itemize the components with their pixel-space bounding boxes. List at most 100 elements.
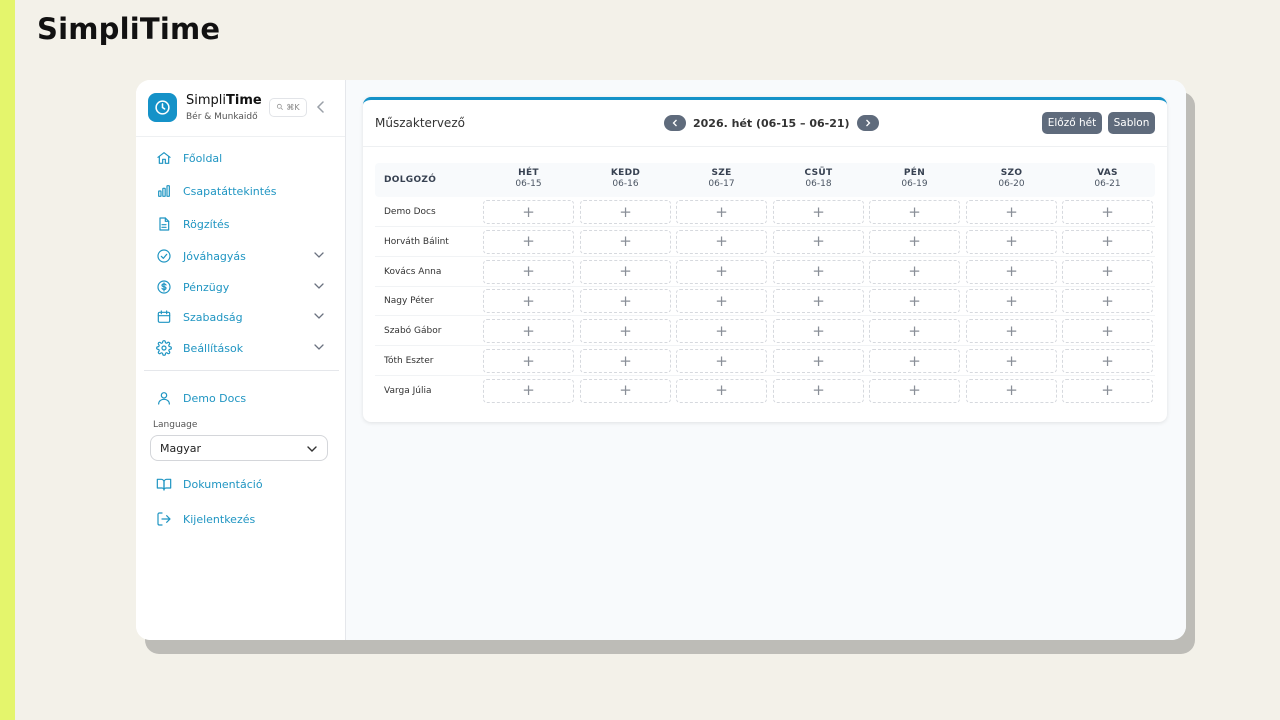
day-header-csüt: CSÜT 06-18: [773, 168, 864, 189]
sidebar-item-penzugy[interactable]: Pénzügy: [156, 276, 326, 298]
calendar-icon: [156, 309, 172, 325]
sidebar-item-beallitasok[interactable]: Beállítások: [156, 337, 326, 359]
chevron-down-icon: [312, 248, 326, 262]
employee-name: Demo Docs: [384, 207, 436, 217]
add-shift-cell[interactable]: +: [676, 319, 767, 344]
add-shift-cell[interactable]: +: [966, 200, 1057, 224]
add-shift-cell[interactable]: +: [1062, 200, 1153, 224]
add-shift-cell[interactable]: +: [580, 378, 671, 403]
sidebar-item-label: Beállítások: [183, 341, 244, 355]
add-shift-cell[interactable]: +: [580, 200, 671, 224]
add-shift-cell[interactable]: +: [676, 289, 767, 314]
template-button[interactable]: Sablon: [1108, 112, 1155, 134]
add-shift-cell[interactable]: +: [869, 319, 960, 344]
add-shift-cell[interactable]: +: [773, 200, 864, 224]
chevron-left-icon: [672, 119, 677, 127]
previous-week-button[interactable]: Előző hét: [1042, 112, 1102, 134]
add-shift-cell[interactable]: +: [483, 319, 574, 344]
gear-icon: [156, 340, 172, 356]
add-shift-cell[interactable]: +: [483, 289, 574, 314]
logout-button[interactable]: Kijelentkezés: [156, 508, 326, 530]
day-date: 06-15: [515, 179, 542, 189]
user-profile[interactable]: Demo Docs: [156, 387, 326, 409]
clock-logo-icon: [148, 93, 177, 122]
add-shift-cell[interactable]: +: [869, 289, 960, 314]
add-shift-cell[interactable]: +: [966, 229, 1057, 254]
shift-planner-card: Műszaktervező 2026. hét (06-15 – 06-21) …: [363, 97, 1167, 422]
add-shift-cell[interactable]: +: [966, 289, 1057, 314]
add-shift-cell[interactable]: +: [773, 289, 864, 314]
sidebar-item-szabadsag[interactable]: Szabadság: [156, 306, 326, 328]
add-shift-cell[interactable]: +: [1062, 349, 1153, 373]
add-shift-cell[interactable]: +: [966, 319, 1057, 344]
row-divider: [375, 226, 1155, 227]
home-icon: [156, 150, 172, 166]
add-shift-cell[interactable]: +: [1062, 259, 1153, 284]
add-shift-cell[interactable]: +: [773, 378, 864, 403]
add-shift-cell[interactable]: +: [580, 349, 671, 373]
add-shift-cell[interactable]: +: [676, 200, 767, 224]
week-label: 2026. hét (06-15 – 06-21): [693, 116, 850, 130]
add-shift-cell[interactable]: +: [1062, 229, 1153, 254]
add-shift-cell[interactable]: +: [869, 259, 960, 284]
add-shift-cell[interactable]: +: [676, 229, 767, 254]
add-shift-cell[interactable]: +: [773, 229, 864, 254]
add-shift-cell[interactable]: +: [483, 200, 574, 224]
documentation-link[interactable]: Dokumentáció: [156, 473, 326, 495]
add-shift-cell[interactable]: +: [773, 319, 864, 344]
previous-week-arrow-button[interactable]: [664, 115, 686, 131]
add-shift-cell[interactable]: +: [869, 378, 960, 403]
employee-column-header: DOLGOZÓ: [384, 175, 437, 185]
add-shift-cell[interactable]: +: [676, 378, 767, 403]
day-header-pén: PÉN 06-19: [869, 168, 960, 189]
add-shift-cell[interactable]: +: [869, 200, 960, 224]
add-shift-cell[interactable]: +: [773, 349, 864, 373]
add-shift-cell[interactable]: +: [483, 378, 574, 403]
sidebar-item-rogzites[interactable]: Rögzítés: [156, 213, 326, 235]
add-shift-cell[interactable]: +: [1062, 319, 1153, 344]
left-accent-stripe: [0, 0, 15, 720]
add-shift-cell[interactable]: +: [966, 378, 1057, 403]
next-week-arrow-button[interactable]: [856, 115, 879, 131]
add-shift-cell[interactable]: +: [580, 229, 671, 254]
brand-header: SimpliTime Bér & Munkaidő ⌘K: [136, 80, 345, 137]
employee-name: Varga Júlia: [384, 385, 432, 396]
sidebar-item-jovahagyas[interactable]: Jóváhagyás: [156, 245, 326, 267]
user-icon: [156, 390, 172, 406]
logout-icon: [156, 511, 172, 527]
search-shortcut-button[interactable]: ⌘K: [269, 98, 307, 117]
row-divider: [375, 345, 1155, 347]
row-divider: [375, 315, 1155, 317]
add-shift-cell[interactable]: +: [483, 349, 574, 373]
add-shift-cell[interactable]: +: [966, 349, 1057, 373]
sidebar-item-fooldal[interactable]: Főoldal: [156, 147, 326, 169]
collapse-sidebar-button[interactable]: [313, 98, 329, 116]
sidebar-item-csapatattekintes[interactable]: Csapatáttekintés: [156, 180, 326, 202]
employee-name: Tóth Eszter: [384, 356, 434, 366]
language-select[interactable]: Magyar: [150, 435, 328, 461]
add-shift-cell[interactable]: +: [966, 259, 1057, 284]
add-shift-cell[interactable]: +: [483, 229, 574, 254]
add-shift-cell[interactable]: +: [1062, 289, 1153, 314]
add-shift-cell[interactable]: +: [580, 319, 671, 344]
sidebar-item-label: Jóváhagyás: [183, 249, 246, 263]
employee-name: Szabó Gábor: [384, 326, 442, 337]
brand-name: SimpliTime: [186, 93, 262, 108]
row-divider: [375, 285, 1155, 287]
day-date: 06-21: [1094, 179, 1121, 189]
day-date: 06-20: [998, 179, 1025, 189]
planner-title: Műszaktervező: [375, 116, 465, 130]
day-date: 06-18: [805, 179, 832, 189]
day-date: 06-16: [612, 179, 639, 189]
brand-subtitle: Bér & Munkaidő: [186, 112, 258, 122]
add-shift-cell[interactable]: +: [869, 349, 960, 373]
add-shift-cell[interactable]: +: [580, 289, 671, 314]
add-shift-cell[interactable]: +: [676, 259, 767, 284]
add-shift-cell[interactable]: +: [483, 259, 574, 284]
add-shift-cell[interactable]: +: [580, 259, 671, 284]
add-shift-cell[interactable]: +: [869, 229, 960, 254]
add-shift-cell[interactable]: +: [1062, 378, 1153, 403]
add-shift-cell[interactable]: +: [773, 259, 864, 284]
add-shift-cell[interactable]: +: [676, 349, 767, 373]
document-icon: [156, 216, 172, 232]
